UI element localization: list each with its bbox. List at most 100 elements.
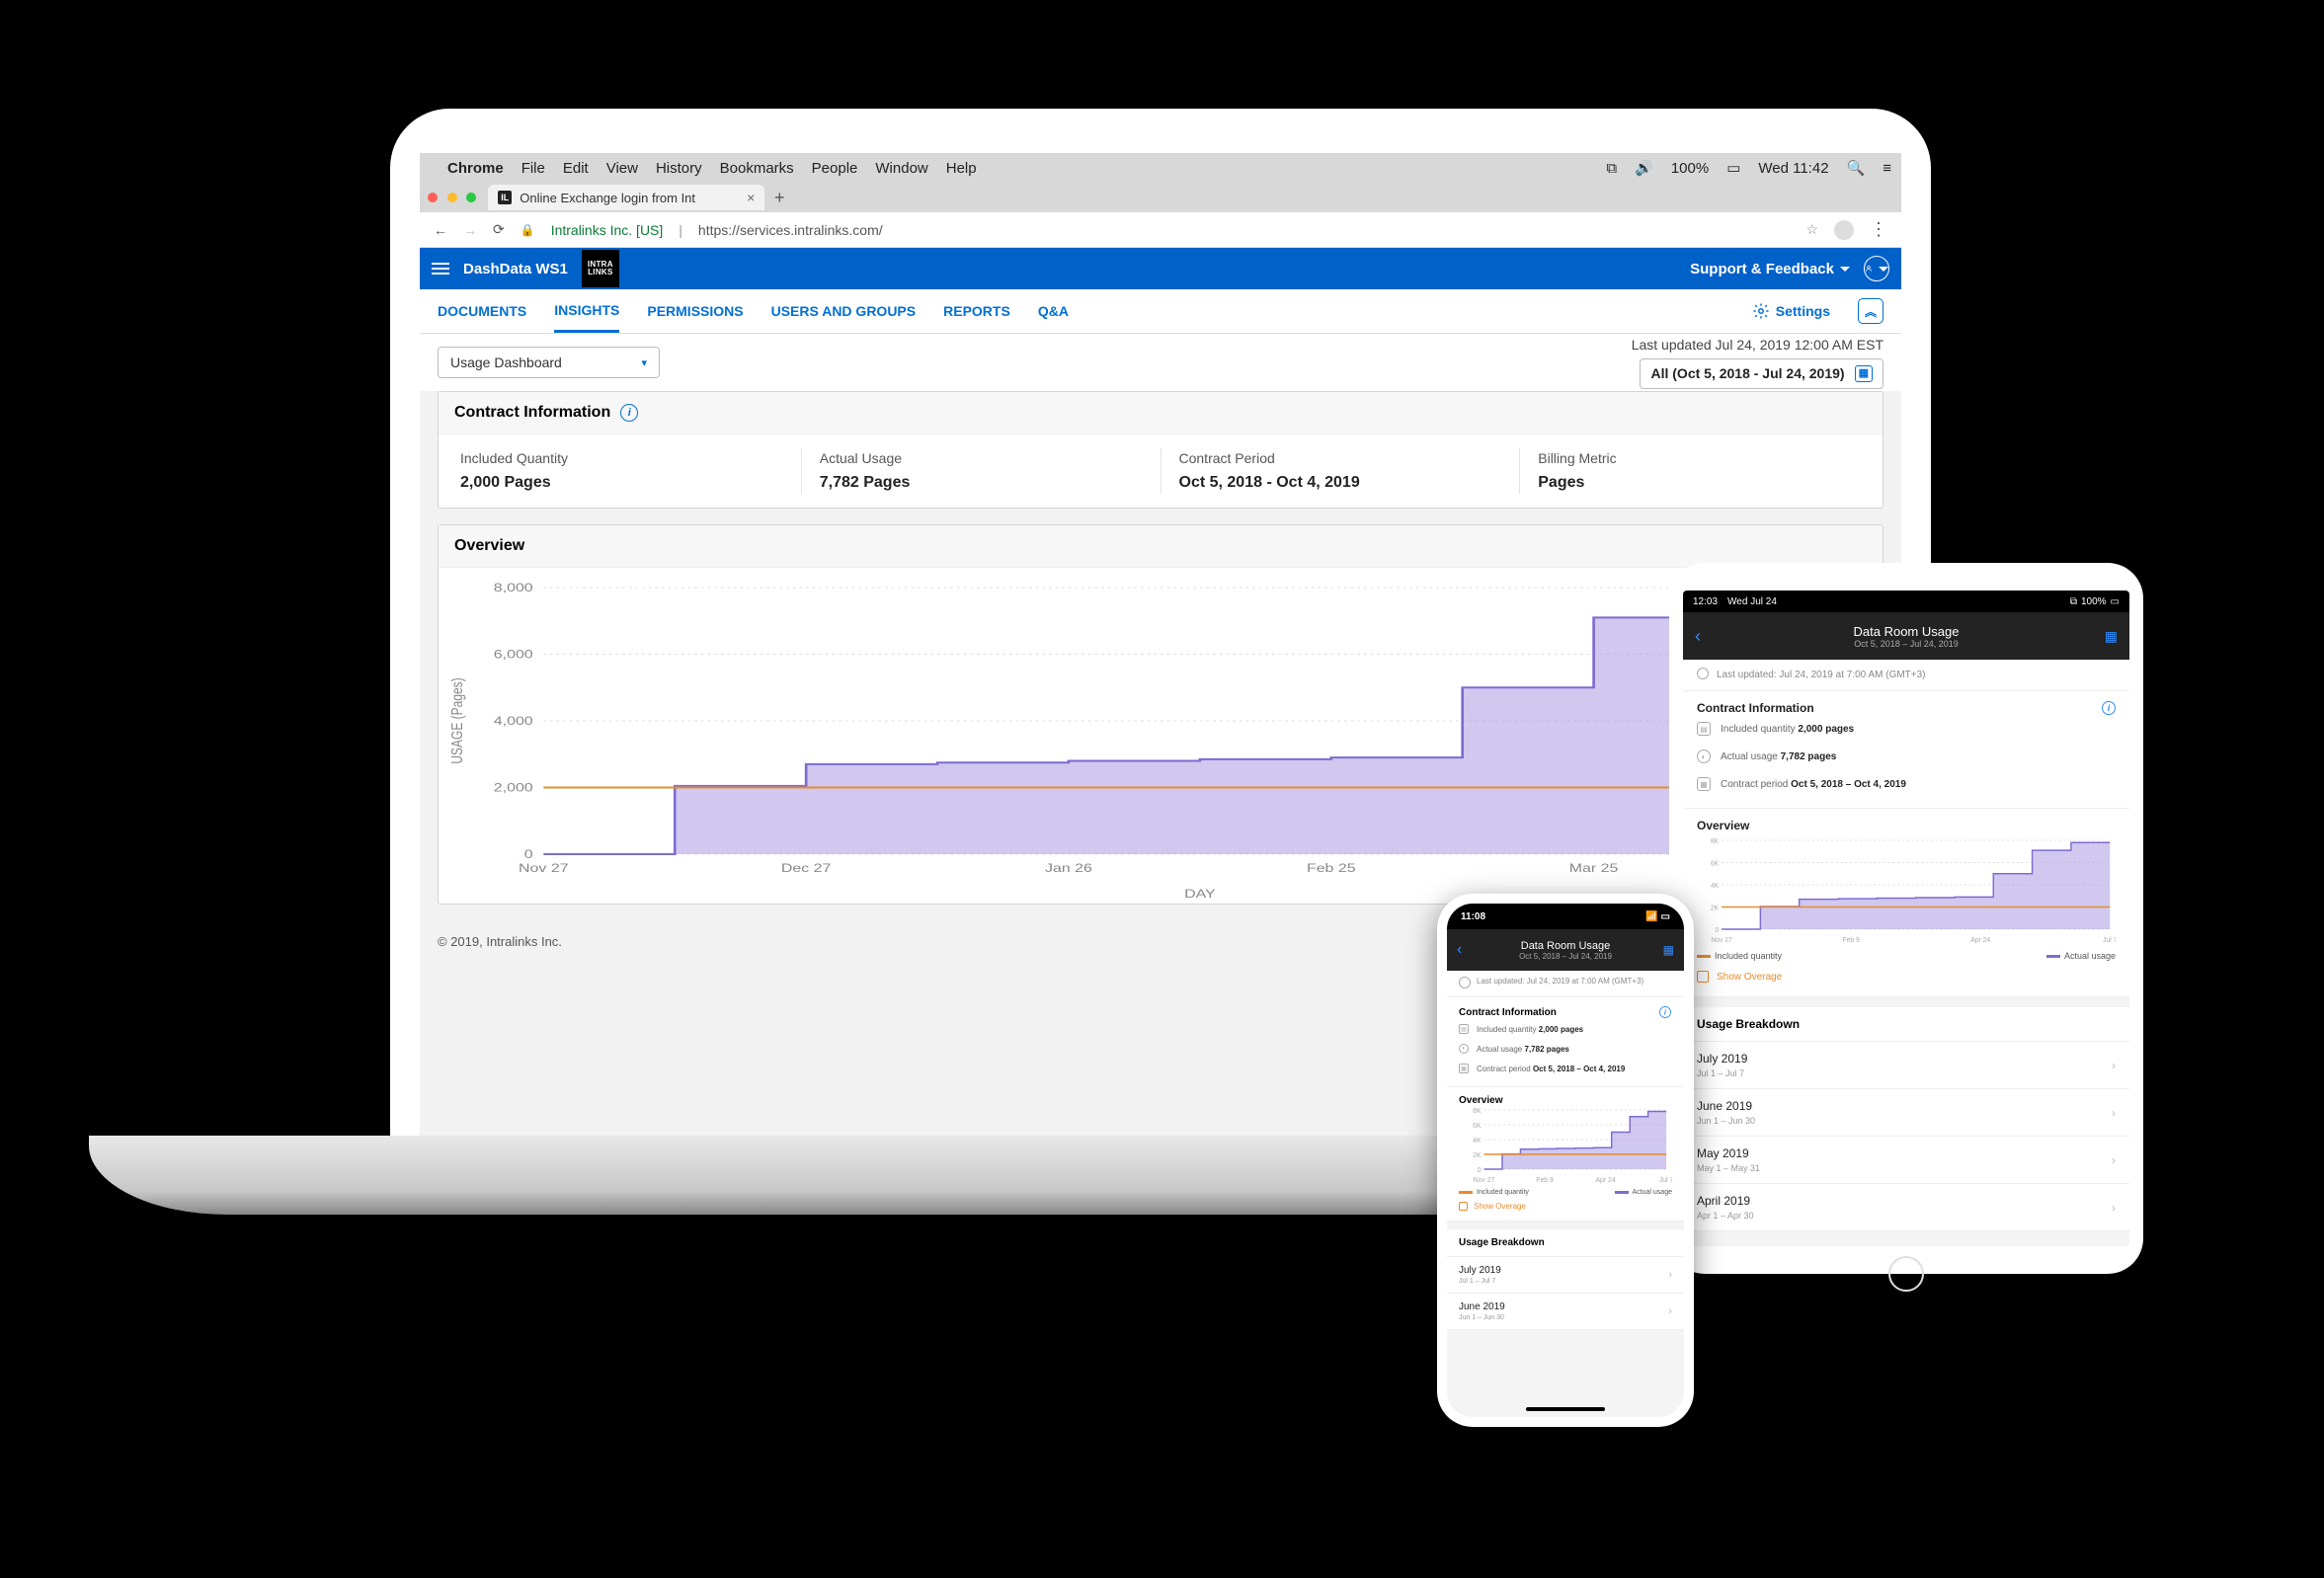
menu-edit[interactable]: Edit xyxy=(563,160,589,177)
spotlight-icon[interactable]: 🔍 xyxy=(1847,159,1866,177)
home-button[interactable] xyxy=(1888,1256,1924,1292)
browser-tab[interactable]: IL Online Exchange login from Int × xyxy=(488,185,764,210)
intralinks-logo[interactable]: INTRA LINKS xyxy=(582,250,619,287)
info-icon[interactable]: i xyxy=(1659,1006,1671,1018)
calendar-icon[interactable]: ▦ xyxy=(2105,628,2118,645)
site-identity: Intralinks Inc. [US] xyxy=(551,222,664,238)
collapse-panel-icon[interactable]: ︽ xyxy=(1858,298,1883,324)
info-icon[interactable]: i xyxy=(2102,701,2116,715)
tablet-header: ‹ Data Room Usage Oct 5, 2018 – Jul 24, … xyxy=(1683,612,2129,660)
svg-text:0: 0 xyxy=(1715,927,1719,934)
traffic-lights[interactable] xyxy=(428,191,482,205)
settings-link[interactable]: Settings xyxy=(1752,302,1830,320)
tab-reports[interactable]: REPORTS xyxy=(943,291,1010,331)
contract-info-card: Contract Information i ▤Included quantit… xyxy=(1447,997,1684,1087)
bookmark-star-icon[interactable]: ☆ xyxy=(1805,221,1818,238)
home-indicator[interactable] xyxy=(1526,1407,1605,1411)
forward-button[interactable]: → xyxy=(463,222,477,238)
chrome-menu-icon[interactable]: ⋮ xyxy=(1870,219,1887,240)
app-header-bar: DashData WS1 INTRA LINKS Support & Feedb… xyxy=(420,248,1901,289)
volume-icon[interactable]: 🔊 xyxy=(1635,159,1653,177)
back-icon[interactable]: ‹ xyxy=(1457,941,1462,959)
svg-text:Feb 9: Feb 9 xyxy=(1536,1177,1554,1184)
view-selector[interactable]: Usage Dashboard ▾ xyxy=(438,347,660,378)
phone-notch xyxy=(1511,904,1620,923)
date-range-picker[interactable]: All (Oct 5, 2018 - Jul 24, 2019) ▦ xyxy=(1640,358,1883,389)
document-icon: ▤ xyxy=(1459,1024,1469,1034)
header-subtitle: Oct 5, 2018 – Jul 24, 2019 xyxy=(1854,639,1959,649)
last-updated-text: Last updated Jul 24, 2019 12:00 AM EST xyxy=(1632,337,1883,353)
reload-button[interactable]: ⟳ xyxy=(493,221,505,238)
checkbox-icon xyxy=(1459,1202,1468,1211)
tab-users-groups[interactable]: USERS AND GROUPS xyxy=(771,291,917,331)
svg-text:6K: 6K xyxy=(1711,860,1720,867)
month-row[interactable]: April 2019 Apr 1 – Apr 30 › xyxy=(1683,1184,2129,1231)
menu-bookmarks[interactable]: Bookmarks xyxy=(720,160,794,177)
month-row[interactable]: May 2019 May 1 – May 31 › xyxy=(1683,1137,2129,1184)
info-icon[interactable]: i xyxy=(620,404,638,422)
close-window-icon[interactable] xyxy=(428,193,438,202)
clock-icon xyxy=(1459,977,1471,990)
maximize-window-icon[interactable] xyxy=(466,193,476,202)
profile-avatar-icon[interactable] xyxy=(1834,220,1854,240)
chrome-tab-strip: IL Online Exchange login from Int × + xyxy=(420,183,1901,212)
show-overage-toggle[interactable]: Show Overage xyxy=(1697,967,2116,986)
month-row[interactable]: July 2019 Jul 1 – Jul 7 › xyxy=(1447,1257,1684,1294)
status-icons: 📶 ▭ xyxy=(1645,911,1670,922)
clock[interactable]: Wed 11:42 xyxy=(1758,160,1828,177)
menu-file[interactable]: File xyxy=(521,160,545,177)
chrome-url-bar: ← → ⟳ 🔒 Intralinks Inc. [US] | https://s… xyxy=(420,212,1901,248)
new-tab-button[interactable]: + xyxy=(770,188,788,208)
month-row[interactable]: June 2019 Jun 1 – Jun 30 › xyxy=(1683,1089,2129,1137)
tablet-device: 12:03 Wed Jul 24 ⧉ 100% ▭ ‹ Data Room Us… xyxy=(1669,563,2143,1274)
menu-history[interactable]: History xyxy=(656,160,702,177)
menu-extras-icon[interactable]: ≡ xyxy=(1883,160,1891,177)
svg-text:6K: 6K xyxy=(1473,1123,1482,1130)
checkbox-icon xyxy=(1697,971,1709,983)
close-tab-icon[interactable]: × xyxy=(747,190,755,205)
active-app-name[interactable]: Chrome xyxy=(447,160,504,177)
gear-icon xyxy=(1752,302,1770,320)
month-row[interactable]: June 2019 Jun 1 – Jun 30 › xyxy=(1447,1294,1684,1330)
svg-text:4K: 4K xyxy=(1473,1138,1482,1144)
contract-title: Contract Information xyxy=(454,404,610,422)
support-feedback-link[interactable]: Support & Feedback xyxy=(1690,261,1850,277)
month-row[interactable]: July 2019 Jul 1 – Jul 7 › xyxy=(1683,1042,2129,1089)
url-text[interactable]: https://services.intralinks.com/ xyxy=(698,222,883,238)
menu-view[interactable]: View xyxy=(606,160,638,177)
back-icon[interactable]: ‹ xyxy=(1695,626,1701,647)
menu-help[interactable]: Help xyxy=(946,160,977,177)
included-quantity-cell: Included Quantity 2,000 Pages xyxy=(442,448,802,494)
tab-qa[interactable]: Q&A xyxy=(1038,291,1069,331)
chevron-right-icon: › xyxy=(1668,1269,1672,1281)
phone-chart: 02K4K6K8KNov 27Feb 9Apr 24Jul 7 xyxy=(1459,1106,1672,1185)
menu-people[interactable]: People xyxy=(812,160,858,177)
svg-text:0: 0 xyxy=(1478,1167,1482,1174)
overview-card: Overview 02K4K6K8KNov 27Feb 9Apr 24Jul 7… xyxy=(1683,809,2129,997)
header-title: Data Room Usage xyxy=(1854,624,1960,639)
battery-icon[interactable]: ▭ xyxy=(1726,159,1740,177)
hamburger-menu-icon[interactable] xyxy=(432,263,449,275)
wifi-icon[interactable]: ⧉ xyxy=(1606,160,1617,177)
minimize-window-icon[interactable] xyxy=(447,193,457,202)
tab-permissions[interactable]: PERMISSIONS xyxy=(647,291,743,331)
chevron-right-icon: › xyxy=(2112,1153,2116,1167)
calendar-icon[interactable]: ▦ xyxy=(1663,943,1674,957)
tablet-chart: 02K4K6K8KNov 27Feb 9Apr 24Jul 7 xyxy=(1697,836,2116,945)
last-updated-row: Last updated: Jul 24, 2019 at 7:00 AM (G… xyxy=(1447,971,1684,997)
tab-documents[interactable]: DOCUMENTS xyxy=(438,291,526,331)
overview-card: Overview 02K4K6K8KNov 27Feb 9Apr 24Jul 7… xyxy=(1447,1087,1684,1222)
user-menu[interactable] xyxy=(1864,256,1889,281)
menu-window[interactable]: Window xyxy=(875,160,927,177)
last-updated-row: Last updated: Jul 24, 2019 at 7:00 AM (G… xyxy=(1683,660,2129,691)
chevron-right-icon: › xyxy=(2112,1106,2116,1120)
actual-usage-cell: Actual Usage 7,782 Pages xyxy=(802,448,1162,494)
contract-info-panel: Contract Information i Included Quantity… xyxy=(438,391,1883,509)
svg-text:2K: 2K xyxy=(1711,905,1720,911)
tab-insights[interactable]: INSIGHTS xyxy=(554,290,619,333)
lock-icon[interactable]: 🔒 xyxy=(521,223,535,237)
svg-text:Mar 25: Mar 25 xyxy=(1569,861,1619,875)
back-button[interactable]: ← xyxy=(434,222,447,238)
show-overage-toggle[interactable]: Show Overage xyxy=(1459,1200,1672,1213)
primary-tab-nav: DOCUMENTS INSIGHTS PERMISSIONS USERS AND… xyxy=(420,289,1901,334)
